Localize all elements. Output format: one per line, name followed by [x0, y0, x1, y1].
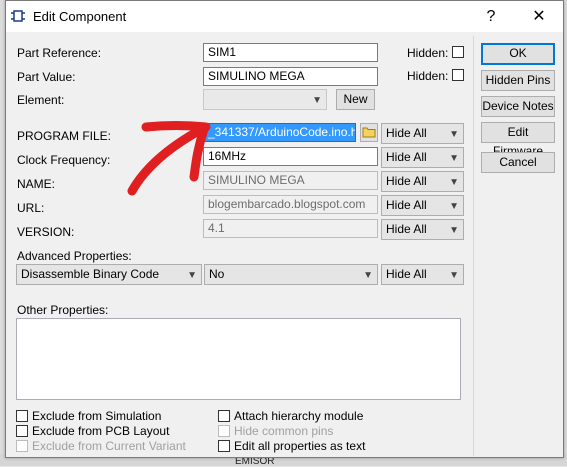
- new-element-button[interactable]: New: [336, 89, 375, 110]
- edit-firmware-button[interactable]: Edit Firmware: [481, 122, 555, 158]
- url-input[interactable]: blogembarcado.blogspot.com: [203, 195, 378, 214]
- version-input[interactable]: 4.1: [203, 219, 378, 238]
- program-file-visibility-value: Hide All: [386, 126, 427, 140]
- program-file-label: PROGRAM FILE:: [17, 129, 112, 143]
- chevron-down-icon: ▼: [363, 270, 373, 281]
- other-properties-textarea[interactable]: [16, 318, 461, 400]
- part-value-hidden-label: Hidden:: [407, 69, 449, 83]
- other-properties-label: Other Properties:: [17, 303, 109, 317]
- chevron-down-icon: ▼: [449, 153, 459, 164]
- name-label: NAME:: [17, 177, 56, 191]
- url-visibility-select[interactable]: Hide All ▼: [381, 195, 464, 216]
- vertical-separator: [473, 36, 474, 456]
- url-visibility-value: Hide All: [386, 198, 427, 212]
- device-notes-button[interactable]: Device Notes: [481, 96, 555, 117]
- advanced-visibility-value: Hide All: [386, 267, 427, 281]
- chevron-down-icon: ▼: [449, 225, 459, 236]
- clock-frequency-visibility-value: Hide All: [386, 150, 427, 164]
- element-label: Element:: [17, 93, 65, 107]
- element-select[interactable]: ▼: [203, 89, 327, 110]
- exclude-variant-label: Exclude from Current Variant: [32, 439, 186, 453]
- advanced-properties-label: Advanced Properties:: [17, 249, 132, 263]
- cancel-button[interactable]: Cancel: [481, 152, 555, 173]
- hidden-pins-button[interactable]: Hidden Pins: [481, 70, 555, 91]
- part-value-label: Part Value:: [17, 70, 76, 84]
- name-visibility-value: Hide All: [386, 174, 427, 188]
- part-reference-hidden-label: Hidden:: [407, 46, 449, 60]
- advanced-value-text: No: [209, 267, 225, 281]
- exclude-pcb-checkbox[interactable]: [16, 425, 28, 437]
- advanced-property-value: Disassemble Binary Code: [21, 267, 160, 281]
- attach-hierarchy-label: Attach hierarchy module: [234, 409, 364, 423]
- close-button[interactable]: ✕: [528, 6, 550, 28]
- part-reference-input[interactable]: SIM1: [203, 43, 378, 62]
- help-button[interactable]: ?: [481, 6, 501, 28]
- edit-component-dialog: Edit Component ? ✕ Part Reference: SIM1 …: [5, 0, 564, 458]
- program-file-input[interactable]: _341337/ArduinoCode.ino.hex: [203, 123, 356, 142]
- attach-hierarchy-checkbox[interactable]: [218, 410, 230, 422]
- exclude-variant-checkbox[interactable]: [16, 440, 28, 452]
- part-value-hidden-checkbox[interactable]: [452, 69, 464, 81]
- annotation-arrow-icon: [127, 121, 211, 196]
- folder-icon: [362, 127, 376, 138]
- advanced-value-select[interactable]: No ▼: [204, 264, 378, 285]
- exclude-simulation-checkbox[interactable]: [16, 410, 28, 422]
- chevron-down-icon: ▼: [449, 129, 459, 140]
- name-input[interactable]: SIMULINO MEGA: [203, 171, 378, 190]
- chevron-down-icon: ▼: [449, 201, 459, 212]
- part-value-input[interactable]: SIMULINO MEGA: [203, 67, 378, 86]
- title-bar: Edit Component ? ✕: [6, 1, 563, 32]
- clock-frequency-label: Clock Frequency:: [17, 153, 111, 167]
- window-title: Edit Component: [33, 9, 127, 24]
- part-reference-hidden-checkbox[interactable]: [452, 46, 464, 58]
- hide-common-pins-label: Hide common pins: [234, 424, 334, 438]
- advanced-property-select[interactable]: Disassemble Binary Code ▼: [16, 264, 202, 285]
- version-visibility-value: Hide All: [386, 222, 427, 236]
- advanced-visibility-select[interactable]: Hide All ▼: [381, 264, 464, 285]
- ok-button[interactable]: OK: [481, 43, 555, 65]
- exclude-simulation-label: Exclude from Simulation: [32, 409, 162, 423]
- program-file-visibility-select[interactable]: Hide All ▼: [381, 123, 464, 144]
- exclude-pcb-label: Exclude from PCB Layout: [32, 424, 170, 438]
- name-visibility-select[interactable]: Hide All ▼: [381, 171, 464, 192]
- part-reference-label: Part Reference:: [17, 46, 102, 60]
- chevron-down-icon: ▼: [187, 270, 197, 281]
- clock-frequency-input[interactable]: 16MHz: [203, 147, 378, 166]
- clock-frequency-visibility-select[interactable]: Hide All ▼: [381, 147, 464, 168]
- browse-file-button[interactable]: [360, 123, 378, 142]
- chevron-down-icon: ▼: [449, 270, 459, 281]
- edit-all-properties-label: Edit all properties as text: [234, 439, 366, 453]
- url-label: URL:: [17, 201, 45, 215]
- hide-common-pins-checkbox[interactable]: [218, 425, 230, 437]
- component-icon: [11, 10, 25, 22]
- version-visibility-select[interactable]: Hide All ▼: [381, 219, 464, 240]
- version-label: VERSION:: [17, 225, 75, 239]
- chevron-down-icon: ▼: [312, 95, 322, 106]
- edit-all-properties-checkbox[interactable]: [218, 440, 230, 452]
- chevron-down-icon: ▼: [449, 177, 459, 188]
